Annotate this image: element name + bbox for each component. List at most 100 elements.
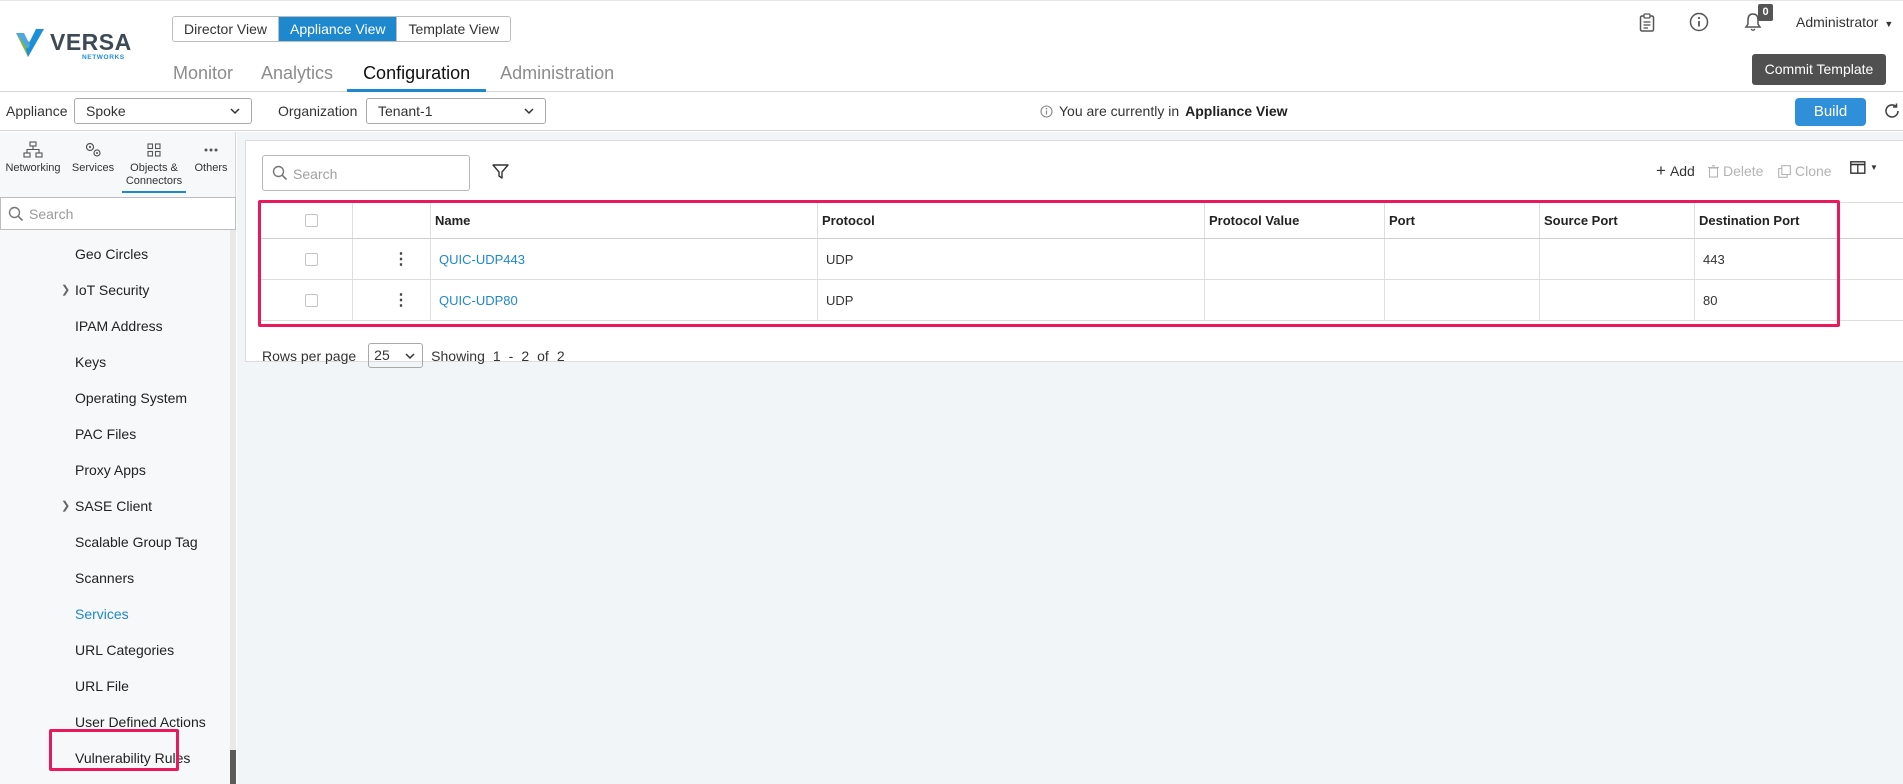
showing-of: of [537, 347, 549, 364]
organization-value: Tenant-1 [378, 103, 433, 119]
sidebar-search-input[interactable]: Search [0, 197, 236, 230]
showing-to: 2 [521, 347, 530, 364]
refresh-icon[interactable] [1883, 102, 1901, 120]
view-info-view: Appliance View [1185, 103, 1288, 119]
sidebar-item-ipam-address[interactable]: IPAM Address [75, 318, 163, 334]
tab-configuration[interactable]: Configuration [347, 57, 487, 92]
clone-button-label: Clone [1795, 163, 1832, 179]
rows-per-page-select[interactable]: 25 [368, 343, 424, 368]
plus-icon: + [1656, 161, 1666, 180]
delete-button[interactable]: Delete [1708, 163, 1763, 179]
highlight-box-table [258, 200, 1840, 327]
sidebar-tab-networking[interactable]: Networking [4, 140, 62, 175]
sidebar-item-proxy-apps[interactable]: Proxy Apps [75, 462, 146, 478]
template-view-button[interactable]: Template View [397, 17, 511, 41]
sidebar-item-pac-files[interactable]: PAC Files [75, 426, 136, 442]
sidebar-tabs: Networking Services Objects & Connectors… [0, 132, 236, 196]
showing-total: 2 [556, 347, 565, 364]
sidebar-item-operating-system[interactable]: Operating System [75, 390, 187, 406]
notification-badge: 0 [1758, 4, 1773, 21]
build-button[interactable]: Build [1795, 98, 1866, 126]
view-switcher: Director View Appliance View Template Vi… [172, 16, 512, 42]
chevron-right-icon[interactable]: ❯ [61, 283, 70, 296]
clone-button[interactable]: Clone [1778, 163, 1832, 179]
rows-per-page-value: 25 [374, 347, 390, 363]
chevron-right-icon[interactable]: ❯ [61, 499, 70, 512]
appliance-label: Appliance [6, 103, 68, 119]
caret-down-icon: ▼ [1884, 19, 1894, 29]
brand-subtitle: NETWORKS [82, 54, 125, 61]
versa-logo-mark [16, 29, 44, 57]
delete-button-label: Delete [1723, 163, 1764, 179]
appliance-value: Spoke [86, 103, 126, 119]
view-info-text: You are currently in [1059, 103, 1180, 119]
sidebar-tab-label: Objects & [130, 162, 178, 174]
showing-from: 1 [492, 347, 501, 364]
sidebar-item-user-defined-actions[interactable]: User Defined Actions [75, 714, 206, 730]
network-icon [23, 141, 43, 158]
info-icon[interactable] [1688, 11, 1710, 33]
search-icon [8, 206, 24, 222]
tab-administration[interactable]: Administration [486, 57, 628, 92]
sidebar-tab-objects-connectors[interactable]: Objects & Connectors [122, 140, 186, 193]
sidebar-list: Geo Circles ❯ IoT Security IPAM Address … [0, 230, 230, 784]
sidebar-item-url-categories[interactable]: URL Categories [75, 642, 174, 658]
sidebar-item-services[interactable]: Services [75, 606, 129, 622]
sidebar-scrollbar[interactable] [230, 230, 236, 784]
context-bar: Appliance Spoke Organization Tenant-1 Yo… [0, 93, 1903, 131]
user-name: Administrator [1796, 14, 1879, 30]
sidebar-tab-label: Others [194, 162, 228, 174]
sidebar-tab-label: Services [71, 162, 115, 174]
main-nav: Monitor Analytics Configuration Administ… [159, 57, 628, 93]
filter-icon[interactable] [492, 164, 509, 180]
copy-icon [1778, 164, 1791, 178]
caret-down-icon: ▼ [1870, 163, 1878, 172]
services-icon [85, 142, 101, 157]
appliance-view-button[interactable]: Appliance View [279, 17, 398, 41]
sidebar-item-scanners[interactable]: Scanners [75, 570, 134, 586]
table-search-placeholder: Search [293, 166, 338, 182]
sidebar-scrollbar-thumb[interactable] [230, 750, 236, 784]
sidebar-search-placeholder: Search [29, 206, 74, 222]
add-button[interactable]: + Add [1656, 161, 1695, 180]
top-header: VERSA NETWORKS Director View Appliance V… [0, 0, 1903, 92]
versa-logo: VERSA NETWORKS [14, 27, 144, 67]
trash-icon [1708, 164, 1719, 178]
info-icon [1040, 104, 1053, 118]
sidebar: Networking Services Objects & Connectors… [0, 132, 236, 784]
sidebar-item-geo-circles[interactable]: Geo Circles [75, 246, 148, 262]
table-search-input[interactable]: Search [262, 155, 470, 191]
chevron-down-icon [230, 108, 240, 115]
add-button-label: Add [1669, 163, 1695, 179]
sidebar-item-sase-client[interactable]: SASE Client [75, 498, 152, 514]
highlight-box-services [49, 729, 179, 771]
column-chooser-button[interactable]: ▼ [1850, 161, 1878, 174]
columns-icon [1850, 161, 1866, 174]
chevron-down-icon [405, 353, 415, 360]
showing-dash: - [508, 347, 514, 364]
organization-label: Organization [278, 103, 358, 119]
view-info: You are currently in Appliance View [1040, 103, 1288, 119]
sidebar-item-iot-security[interactable]: IoT Security [75, 282, 149, 298]
commit-template-button[interactable]: Commit Template [1752, 54, 1886, 85]
showing-label: Showing [431, 347, 485, 364]
pagination: Rows per page 25 Showing 1 - 2 of 2 [262, 343, 565, 368]
sidebar-item-scalable-group-tag[interactable]: Scalable Group Tag [75, 534, 198, 550]
rows-per-page-label: Rows per page [262, 347, 357, 364]
tab-monitor[interactable]: Monitor [159, 57, 247, 92]
sidebar-tab-label-line2: Connectors [125, 175, 183, 187]
tab-analytics[interactable]: Analytics [247, 57, 347, 92]
director-view-button[interactable]: Director View [173, 17, 279, 41]
sidebar-tab-services[interactable]: Services [70, 140, 116, 175]
search-icon [272, 165, 288, 181]
sidebar-tab-others[interactable]: Others [190, 140, 232, 175]
more-icon [204, 148, 218, 152]
user-menu[interactable]: Administrator ▼ [1796, 14, 1893, 30]
appliance-select[interactable]: Spoke [74, 98, 252, 124]
chevron-down-icon [524, 108, 534, 115]
sidebar-tab-label: Networking [5, 162, 61, 174]
sidebar-item-keys[interactable]: Keys [75, 354, 106, 370]
organization-select[interactable]: Tenant-1 [366, 98, 546, 124]
sidebar-item-url-file[interactable]: URL File [75, 678, 129, 694]
clipboard-icon[interactable] [1636, 11, 1658, 33]
